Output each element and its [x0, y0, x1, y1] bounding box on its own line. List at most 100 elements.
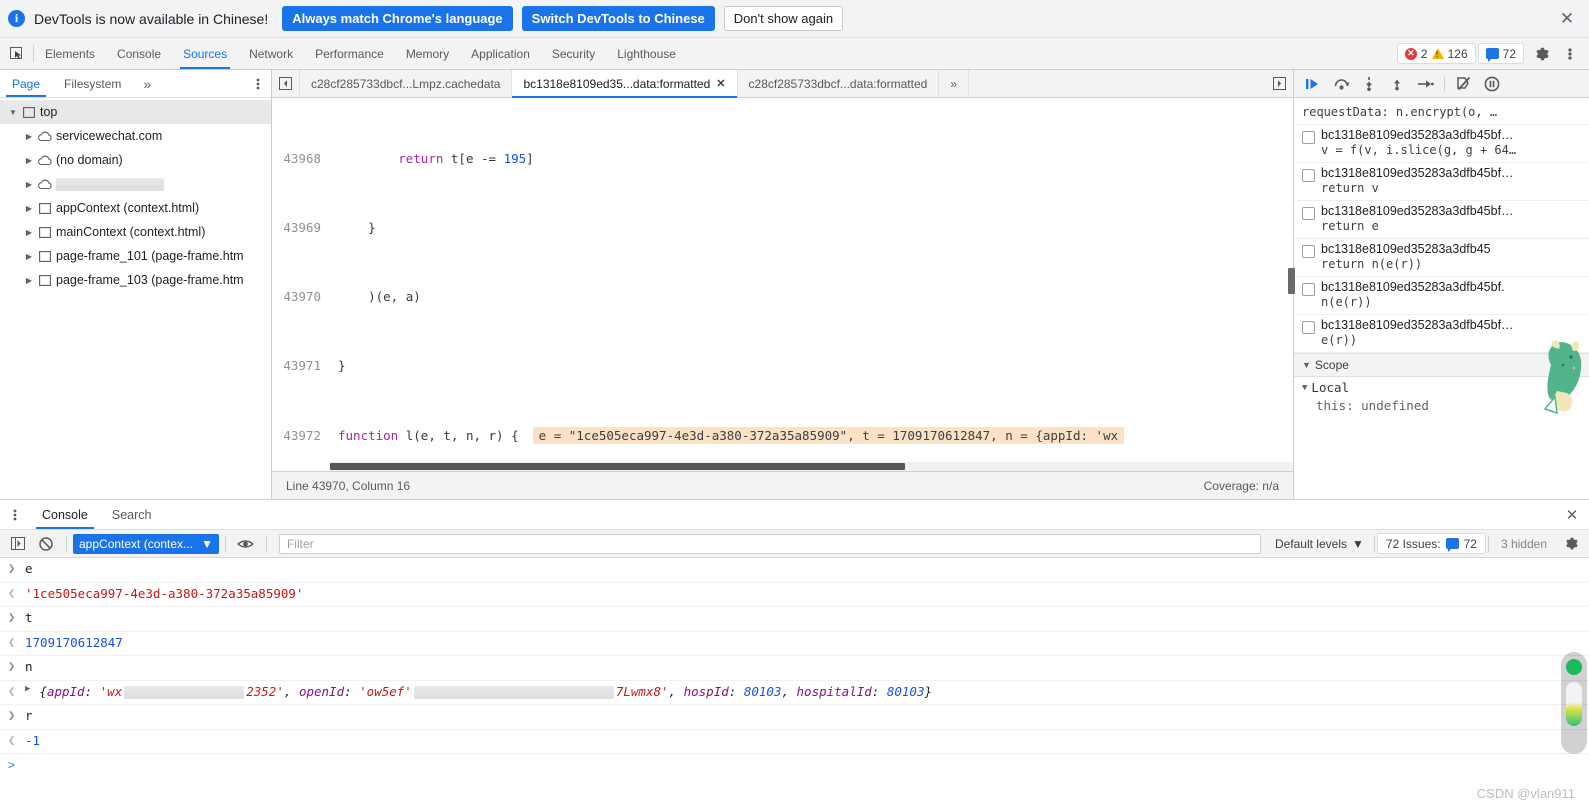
- step-into-icon[interactable]: [1356, 72, 1382, 96]
- object-value-tail: 7Lwmx8': [615, 683, 669, 699]
- tab-elements[interactable]: Elements: [34, 38, 106, 69]
- tab-security[interactable]: Security: [541, 38, 606, 69]
- console-log-levels-dropdown[interactable]: Default levels ▼: [1267, 537, 1372, 551]
- breakpoint-checkbox[interactable]: [1302, 245, 1315, 258]
- breakpoint-item[interactable]: bc1318e8109ed35283a3dfb45bf… e(r)): [1294, 315, 1589, 353]
- tree-item-maincontext[interactable]: ▶ mainContext (context.html): [0, 220, 271, 244]
- show-debugger-icon[interactable]: [1265, 77, 1293, 90]
- tree-item-top[interactable]: ▼ top: [0, 100, 271, 124]
- cloud-icon: [36, 155, 54, 166]
- settings-gear-icon[interactable]: [1529, 41, 1555, 67]
- close-icon[interactable]: ✕: [1555, 500, 1589, 529]
- resume-script-icon[interactable]: [1300, 72, 1326, 96]
- tab-application[interactable]: Application: [460, 38, 541, 69]
- main-tab-bar: Elements Console Sources Network Perform…: [0, 38, 1589, 70]
- editor-tab-cachedata[interactable]: c28cf285733dbcf...Lmpz.cachedata: [300, 70, 513, 97]
- tree-item-no-domain[interactable]: ▶ (no domain): [0, 148, 271, 172]
- step-out-icon[interactable]: [1384, 72, 1410, 96]
- code-editor[interactable]: 43968 return t[e -= 195] 43969 } 43970 )…: [272, 98, 1293, 471]
- scope-section-header[interactable]: ▼ Scope: [1294, 353, 1589, 377]
- console-prompt[interactable]: >: [0, 754, 1589, 776]
- step-over-icon[interactable]: [1328, 72, 1354, 96]
- breakpoint-item[interactable]: bc1318e8109ed35283a3dfb45bf… return e: [1294, 201, 1589, 239]
- dont-show-again-button[interactable]: Don't show again: [723, 6, 844, 31]
- console-settings-gear-icon[interactable]: [1557, 532, 1585, 556]
- chevron-right-icon[interactable]: ▶: [22, 180, 36, 189]
- chevron-right-icon[interactable]: ▶: [22, 276, 36, 285]
- breakpoint-checkbox[interactable]: [1302, 207, 1315, 220]
- step-icon[interactable]: [1412, 72, 1438, 96]
- tree-item-appcontext[interactable]: ▶ appContext (context.html): [0, 196, 271, 220]
- chevron-down-icon[interactable]: ▼: [1302, 360, 1311, 370]
- redacted-label: [56, 177, 164, 191]
- chevron-right-icon[interactable]: ▶: [22, 204, 36, 213]
- always-match-language-button[interactable]: Always match Chrome's language: [282, 6, 513, 31]
- show-navigator-icon[interactable]: [272, 70, 300, 97]
- navigator-tab-page[interactable]: Page: [0, 70, 52, 97]
- breakpoint-item[interactable]: bc1318e8109ed35283a3dfb45bf… return v: [1294, 163, 1589, 201]
- console-toolbar-divider-3: [265, 535, 267, 552]
- breakpoint-checkbox[interactable]: [1302, 131, 1315, 144]
- issues-counter[interactable]: ✕ 2 126: [1396, 43, 1476, 64]
- breakpoint-item[interactable]: requestData: n.encrypt(o, …: [1294, 98, 1589, 125]
- console-issues-button[interactable]: 72 Issues: 72: [1376, 533, 1486, 554]
- expand-object-icon[interactable]: ▶: [25, 684, 30, 694]
- clear-console-icon[interactable]: [32, 532, 60, 556]
- chevron-right-icon[interactable]: ▶: [22, 156, 36, 165]
- deactivate-breakpoints-icon[interactable]: [1451, 72, 1477, 96]
- close-icon[interactable]: ✕: [716, 77, 725, 90]
- code-line: 43969 }: [272, 219, 1293, 237]
- tab-network[interactable]: Network: [238, 38, 304, 69]
- breakpoint-item[interactable]: bc1318e8109ed35283a3dfb45bf. n(e(r)): [1294, 277, 1589, 315]
- drawer-tab-search[interactable]: Search: [100, 500, 164, 529]
- tree-item-page-frame-101[interactable]: ▶ page-frame_101 (page-frame.htm: [0, 244, 271, 268]
- navigator-tab-filesystem[interactable]: Filesystem: [52, 70, 133, 97]
- navigator-more-options-icon[interactable]: [245, 70, 271, 97]
- scope-local-row[interactable]: ▼ Local: [1294, 377, 1589, 397]
- switch-devtools-language-button[interactable]: Switch DevTools to Chinese: [521, 6, 715, 31]
- prompt-caret-icon: >: [8, 758, 16, 772]
- breakpoint-item[interactable]: bc1318e8109ed35283a3dfb45bf… v = f(v, i.…: [1294, 125, 1589, 163]
- editor-tab-bc1318-formatted[interactable]: bc1318e8109ed35...data:formatted ✕: [512, 70, 738, 98]
- inspect-element-icon[interactable]: [0, 38, 33, 69]
- chevron-right-icon[interactable]: ▶: [22, 132, 36, 141]
- breakpoint-item[interactable]: bc1318e8109ed35283a3dfb45 return n(e(r)): [1294, 239, 1589, 277]
- live-expression-eye-icon[interactable]: [232, 532, 260, 556]
- tree-item-redacted-domain[interactable]: ▶: [0, 172, 271, 196]
- breakpoint-checkbox[interactable]: [1302, 169, 1315, 182]
- tree-item-servicewechat[interactable]: ▶ servicewechat.com: [0, 124, 271, 148]
- more-options-icon[interactable]: [1557, 41, 1583, 67]
- close-icon[interactable]: ✕: [1555, 7, 1579, 31]
- console-output[interactable]: ❯ e ❮ '1ce505eca997-4e3d-a380-372a35a859…: [0, 558, 1589, 807]
- drawer-more-options-icon[interactable]: [0, 500, 30, 529]
- tab-memory[interactable]: Memory: [395, 38, 460, 69]
- editor-horizontal-scrollbar[interactable]: [330, 462, 1293, 471]
- console-sidebar-toggle-icon[interactable]: [4, 532, 32, 556]
- devtools-window: i DevTools is now available in Chinese! …: [0, 0, 1589, 807]
- navigator-more-tabs-icon[interactable]: »: [133, 70, 161, 97]
- editor-tab-bar-right: [1265, 70, 1293, 97]
- tab-sources[interactable]: Sources: [172, 38, 238, 69]
- breakpoint-checkbox[interactable]: [1302, 321, 1315, 334]
- chevron-down-icon[interactable]: ▼: [6, 108, 20, 117]
- pause-on-exceptions-icon[interactable]: [1479, 72, 1505, 96]
- breakpoint-checkbox[interactable]: [1302, 283, 1315, 296]
- tab-lighthouse[interactable]: Lighthouse: [606, 38, 687, 69]
- chevron-right-icon[interactable]: ▶: [22, 228, 36, 237]
- sidebar-scrollbar-thumb[interactable]: [1288, 268, 1295, 294]
- console-context-selector[interactable]: appContext (contex... ▼: [73, 533, 219, 554]
- floating-status-widget[interactable]: [1561, 652, 1587, 754]
- scrollbar-thumb[interactable]: [330, 463, 905, 470]
- tab-performance[interactable]: Performance: [304, 38, 395, 69]
- error-count: 2: [1420, 46, 1428, 61]
- breakpoint-texts: requestData: n.encrypt(o, …: [1302, 98, 1581, 119]
- editor-tab-c28cf-formatted[interactable]: c28cf285733dbcf...data:formatted: [738, 70, 940, 97]
- tree-item-page-frame-103[interactable]: ▶ page-frame_103 (page-frame.htm: [0, 268, 271, 292]
- console-filter-input[interactable]: [278, 533, 1261, 554]
- chevron-right-icon[interactable]: ▶: [22, 252, 36, 261]
- tab-console[interactable]: Console: [106, 38, 172, 69]
- editor-tabs-overflow[interactable]: »: [939, 70, 969, 97]
- messages-counter[interactable]: 72: [1477, 43, 1524, 64]
- chevron-down-icon[interactable]: ▼: [1302, 383, 1307, 393]
- drawer-tab-console[interactable]: Console: [30, 500, 100, 529]
